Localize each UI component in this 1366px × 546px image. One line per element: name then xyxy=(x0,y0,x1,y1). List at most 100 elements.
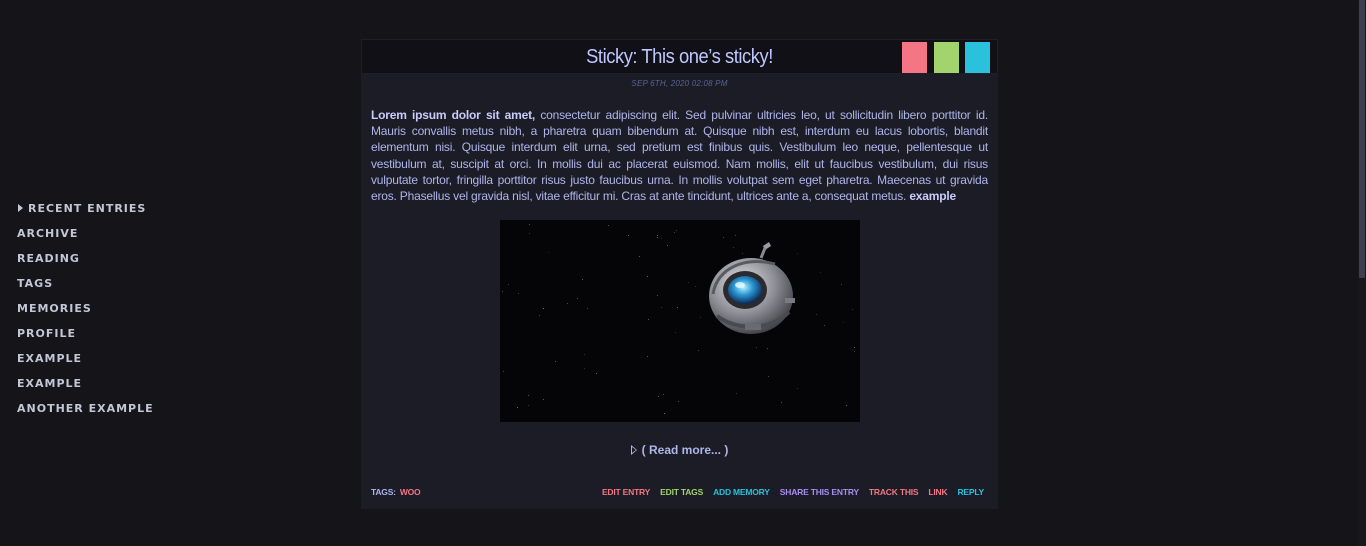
star-dot xyxy=(584,368,585,370)
color-swatch-pink xyxy=(902,42,927,73)
star-dot xyxy=(596,373,597,375)
nav-item-profile[interactable]: Profile xyxy=(17,321,217,346)
read-more-link[interactable]: ( Read more... ) xyxy=(361,443,998,457)
color-swatch-green xyxy=(934,42,959,73)
nav-item-tags[interactable]: Tags xyxy=(17,271,217,296)
nav-item-memories[interactable]: Memories xyxy=(17,296,217,321)
star-dot xyxy=(555,361,556,363)
star-dot xyxy=(678,401,679,403)
track-this-link[interactable]: Track This xyxy=(869,487,919,497)
edit-tags-link[interactable]: Edit Tags xyxy=(660,487,703,497)
entry-title[interactable]: Sticky: This one’s sticky! xyxy=(387,46,971,69)
star-dot xyxy=(577,298,578,300)
star-dot xyxy=(528,395,529,397)
star-dot xyxy=(675,332,676,334)
reply-link[interactable]: Reply xyxy=(957,487,984,497)
star-dot xyxy=(508,284,509,286)
star-dot xyxy=(567,303,568,305)
star-dot xyxy=(674,232,675,234)
permalink-link[interactable]: Link xyxy=(928,487,947,497)
star-dot xyxy=(548,252,549,254)
nav-item-reading[interactable]: Reading xyxy=(17,246,217,271)
star-dot xyxy=(543,399,544,401)
star-dot xyxy=(584,354,585,356)
entry-footer: TAGS: woo Edit Entry Edit Tags Add Memory… xyxy=(371,487,988,499)
star-dot xyxy=(841,284,842,286)
star-dot xyxy=(661,307,662,309)
star-dot xyxy=(698,350,699,352)
star-dot xyxy=(657,235,658,237)
star-dot xyxy=(648,319,649,321)
tag-link[interactable]: woo xyxy=(400,487,421,497)
star-dot xyxy=(797,388,798,390)
star-dot xyxy=(647,356,648,358)
sidebar-nav: Recent Entries Archive Reading Tags Memo… xyxy=(17,196,217,421)
nav-item-example-2[interactable]: Example xyxy=(17,371,217,396)
star-dot xyxy=(528,405,529,407)
robot-orb-image xyxy=(705,238,805,338)
star-dot xyxy=(676,230,677,232)
star-dot xyxy=(517,407,518,409)
color-swatch-cyan xyxy=(965,42,990,73)
nav-item-archive[interactable]: Archive xyxy=(17,221,217,246)
star-dot xyxy=(852,309,853,311)
star-dot xyxy=(502,291,503,293)
star-dot xyxy=(608,225,609,227)
star-dot xyxy=(824,325,825,327)
star-dot xyxy=(661,238,662,240)
star-dot xyxy=(820,272,821,274)
entry-date[interactable]: SEP 6TH, 2020 02:08 PM xyxy=(361,79,998,88)
star-dot xyxy=(736,393,737,395)
star-dot xyxy=(582,279,583,281)
scrollbar-thumb[interactable] xyxy=(1359,0,1365,278)
entry-body-link[interactable]: example xyxy=(909,189,956,203)
star-dot xyxy=(657,237,658,239)
star-dot xyxy=(677,307,678,309)
star-dot xyxy=(781,402,782,404)
star-dot xyxy=(663,394,664,396)
star-dot xyxy=(664,413,665,415)
star-dot xyxy=(587,308,588,310)
star-dot xyxy=(846,405,847,407)
star-dot xyxy=(854,347,855,349)
entry-image-space-robot xyxy=(500,220,860,423)
star-dot xyxy=(657,295,658,297)
star-dot xyxy=(700,317,701,319)
nav-item-another-example[interactable]: Another Example xyxy=(17,396,217,421)
star-dot xyxy=(667,245,668,247)
star-dot xyxy=(518,293,519,295)
scrollbar-track[interactable] xyxy=(1358,0,1366,546)
entry-body-lead: Lorem ipsum dolor sit amet, xyxy=(371,108,536,122)
star-dot xyxy=(843,322,844,324)
star-dot xyxy=(816,314,817,316)
play-triangle-icon xyxy=(630,445,637,456)
star-dot xyxy=(503,371,504,373)
star-dot xyxy=(628,235,629,237)
nav-item-recent-entries[interactable]: Recent Entries xyxy=(17,196,217,221)
star-dot xyxy=(768,376,769,378)
star-dot xyxy=(539,315,540,317)
entry-header: Sticky: This one’s sticky! xyxy=(361,39,998,74)
journal-entry: Sticky: This one’s sticky! SEP 6TH, 2020… xyxy=(361,39,998,509)
star-dot xyxy=(695,286,696,288)
entry-body: Lorem ipsum dolor sit amet, consectetur … xyxy=(371,107,988,204)
star-dot xyxy=(529,233,530,235)
add-memory-link[interactable]: Add Memory xyxy=(713,487,770,497)
caret-right-icon xyxy=(18,204,23,212)
share-entry-link[interactable]: Share This Entry xyxy=(780,487,859,497)
star-dot xyxy=(756,347,757,349)
star-dot xyxy=(529,224,530,226)
edit-entry-link[interactable]: Edit Entry xyxy=(602,487,650,497)
star-dot xyxy=(543,308,544,310)
star-dot xyxy=(647,276,648,278)
entry-actions: Edit Entry Edit Tags Add Memory Share Th… xyxy=(602,487,984,497)
tags-label: TAGS: xyxy=(371,487,396,497)
entry-body-text: consectetur adipiscing elit. Sed pulvina… xyxy=(371,108,988,204)
entry-tags: TAGS: woo xyxy=(371,487,421,497)
robot-orb-icon xyxy=(709,242,795,335)
star-dot xyxy=(688,282,689,284)
star-dot xyxy=(854,351,855,353)
nav-item-example-1[interactable]: Example xyxy=(17,346,217,371)
star-dot xyxy=(658,396,659,398)
star-dot xyxy=(767,348,768,350)
